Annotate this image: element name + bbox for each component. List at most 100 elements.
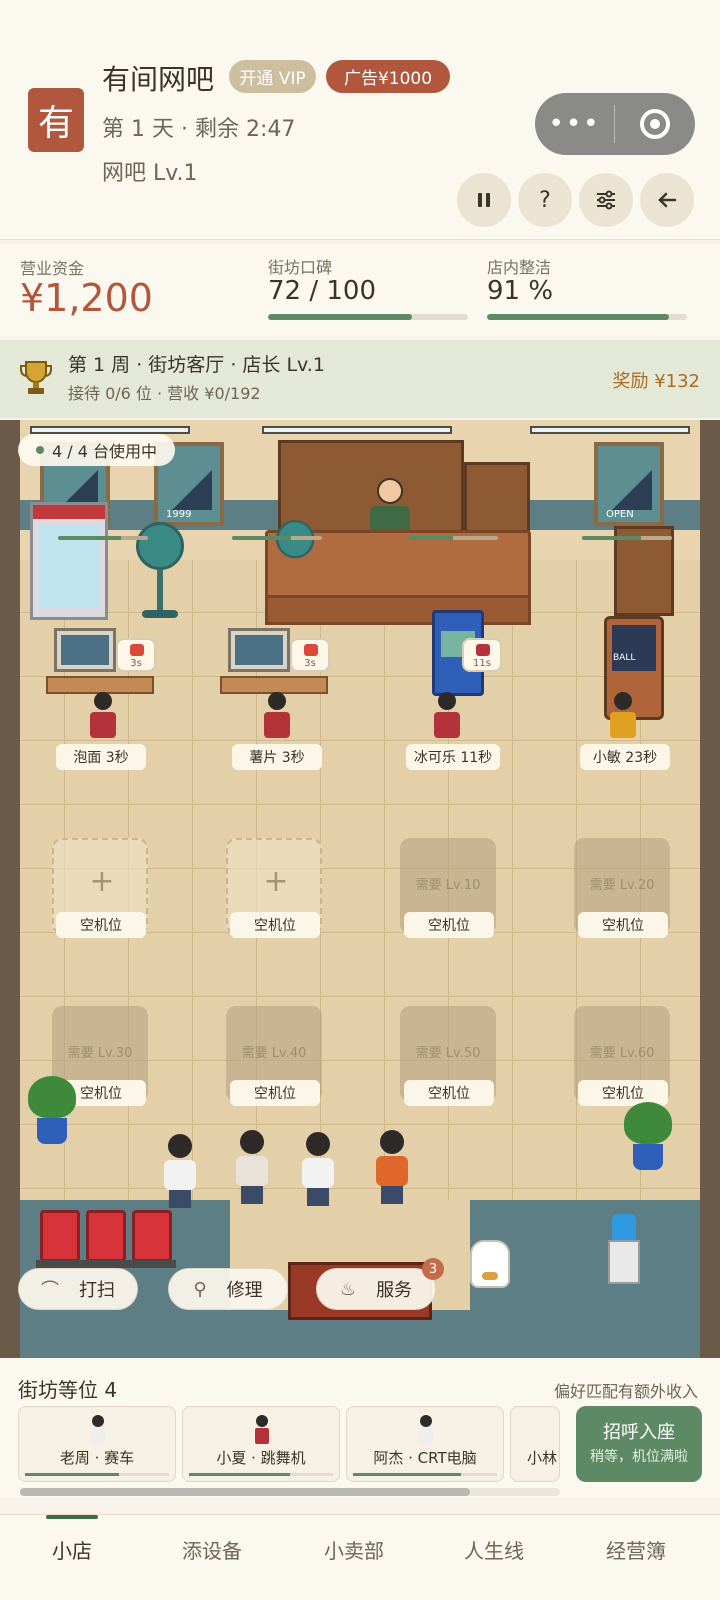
slot-label: 空机位	[404, 1080, 494, 1106]
customer-preference: 小林	[527, 1449, 558, 1467]
help-button[interactable]: ?	[518, 173, 572, 227]
queue-hint: 偏好匹配有额外收入	[553, 1382, 698, 1401]
arcade-station[interactable]: 11s	[402, 628, 522, 758]
lock-requirement: 需要 Lv.20	[589, 878, 655, 893]
vip-button[interactable]: 开通 VIP	[229, 60, 316, 93]
help-icon: ?	[539, 187, 551, 213]
slot-label: 空机位	[230, 1080, 320, 1106]
pause-button[interactable]	[457, 173, 511, 227]
pause-icon	[478, 193, 490, 207]
customer	[434, 692, 460, 738]
queue-customer-card[interactable]: 老周 · 赛车	[18, 1406, 176, 1482]
queue-panel: 街坊等位 4 偏好匹配有额外收入 老周 · 赛车 小夏 · 跳舞机 阿杰 · C…	[0, 1358, 720, 1498]
ceiling-lamp	[30, 426, 190, 434]
tab-life-line[interactable]: 人生线	[422, 1535, 566, 1564]
queue-customer-card[interactable]: 阿杰 · CRT电脑	[346, 1406, 504, 1482]
miniprogram-capsule: •••	[535, 93, 695, 155]
station-label: 泡面 3秒	[56, 744, 146, 770]
lock-requirement: 需要 Lv.30	[67, 1046, 133, 1061]
tab-business-log[interactable]: 经营簿	[564, 1535, 708, 1564]
customer-preference: 小夏 · 跳舞机	[216, 1449, 306, 1467]
quest-progress: 接待 0/6 位 · 营收 ¥0/192	[68, 384, 261, 403]
waiting-bench	[36, 1260, 176, 1268]
quest-reward: 奖励 ¥132	[612, 371, 700, 392]
active-tab-indicator	[46, 1515, 98, 1519]
back-button[interactable]	[640, 173, 694, 227]
ceiling-lamp	[530, 426, 690, 434]
left-wall	[0, 420, 20, 1358]
open-poster: OPEN	[594, 442, 664, 526]
reputation-bar	[268, 314, 468, 320]
seat-customer-label: 招呼入座	[603, 1422, 675, 1443]
tab-shop[interactable]: 小店	[0, 1535, 144, 1564]
tv-shelf	[464, 462, 530, 540]
sweep-button[interactable]: ⌒ 打扫	[18, 1268, 138, 1310]
seat-customer-button[interactable]: 招呼入座 稍等，机位满啦	[576, 1406, 702, 1482]
waiting-customer[interactable]	[302, 1132, 334, 1206]
poster-caption: OPEN	[606, 509, 634, 520]
scrollbar-thumb[interactable]	[20, 1488, 470, 1496]
order-bubble: 11s	[462, 638, 502, 672]
order-timer: 3s	[130, 658, 142, 669]
more-icon[interactable]: •••	[535, 109, 614, 139]
noodle-icon	[130, 644, 144, 656]
shop-logo: 有	[28, 88, 84, 152]
lock-requirement: 需要 Lv.10	[415, 878, 481, 893]
ad-reward-button[interactable]: 广告¥1000	[326, 60, 450, 93]
order-timer: 11s	[473, 658, 491, 669]
wrench-icon: ⚲	[193, 1278, 207, 1300]
counter-front	[265, 595, 531, 625]
quest-title: 第 1 周 · 街坊客厅 · 店长 Lv.1	[68, 354, 325, 376]
shop-level: 网吧 Lv.1	[102, 161, 198, 186]
slot-label: 空机位	[56, 912, 146, 938]
ceiling-lamp	[262, 426, 452, 434]
chips-icon	[304, 644, 318, 656]
queue-customer-card[interactable]: 小林	[510, 1406, 560, 1482]
slot-label: 空机位	[578, 912, 668, 938]
pc-station-1[interactable]: 3s	[46, 628, 166, 758]
plus-icon: +	[263, 864, 289, 899]
potted-plant	[624, 1102, 672, 1172]
drink-fridge[interactable]	[30, 502, 108, 620]
weekly-quest-banner[interactable]: 第 1 周 · 街坊客厅 · 店长 Lv.1 接待 0/6 位 · 营收 ¥0/…	[0, 340, 720, 418]
game-scene[interactable]: 1999 OPEN 4 / 4 台使用中 3s 3s 11s BALL 泡面 3…	[0, 420, 720, 1358]
waiting-customer[interactable]	[236, 1130, 268, 1204]
seat-customer-status: 稍等，机位满啦	[590, 1449, 688, 1465]
patience-bar	[189, 1473, 333, 1476]
pc-station-2[interactable]: 3s	[220, 628, 340, 758]
tab-add-equipment[interactable]: 添设备	[140, 1535, 284, 1564]
order-bubble: 3s	[116, 638, 156, 672]
station-label: 冰可乐 11秒	[406, 744, 500, 770]
pinball-station[interactable]	[576, 628, 696, 758]
waiting-seat	[132, 1210, 172, 1262]
reputation-value: 72 / 100	[268, 276, 376, 306]
shop-title: 有间网吧	[102, 63, 215, 96]
station-progress	[232, 536, 322, 540]
station-label: 小敏 23秒	[580, 744, 670, 770]
arrow-left-icon	[658, 192, 677, 208]
patience-bar	[25, 1473, 169, 1476]
order-timer: 3s	[304, 658, 316, 669]
poster-caption: 1999	[166, 509, 192, 520]
service-count-badge: 3	[422, 1258, 444, 1280]
lock-requirement: 需要 Lv.40	[241, 1046, 307, 1061]
close-miniprogram-icon[interactable]	[615, 109, 694, 139]
customer	[264, 692, 290, 738]
queue-scrollbar[interactable]	[20, 1488, 560, 1496]
waiting-customer[interactable]	[376, 1130, 408, 1204]
right-wall	[700, 420, 720, 1358]
day-timer: 第 1 天 · 剩余 2:47	[102, 117, 296, 142]
status-dot	[36, 446, 44, 454]
shop-owner[interactable]	[368, 478, 412, 538]
service-button[interactable]: ♨ 服务	[316, 1268, 436, 1310]
bottom-nav: 小店 添设备 小卖部 人生线 经营簿	[0, 1514, 720, 1600]
settings-button[interactable]	[579, 173, 633, 227]
slot-label: 空机位	[230, 912, 320, 938]
queue-customer-card[interactable]: 小夏 · 跳舞机	[182, 1406, 340, 1482]
tab-snack-bar[interactable]: 小卖部	[282, 1535, 426, 1564]
lock-requirement: 需要 Lv.60	[589, 1046, 655, 1061]
queue-title: 街坊等位 4	[18, 1378, 118, 1402]
repair-button[interactable]: ⚲ 修理	[168, 1268, 288, 1310]
potted-plant	[28, 1076, 76, 1146]
waiting-customer[interactable]	[164, 1134, 196, 1208]
